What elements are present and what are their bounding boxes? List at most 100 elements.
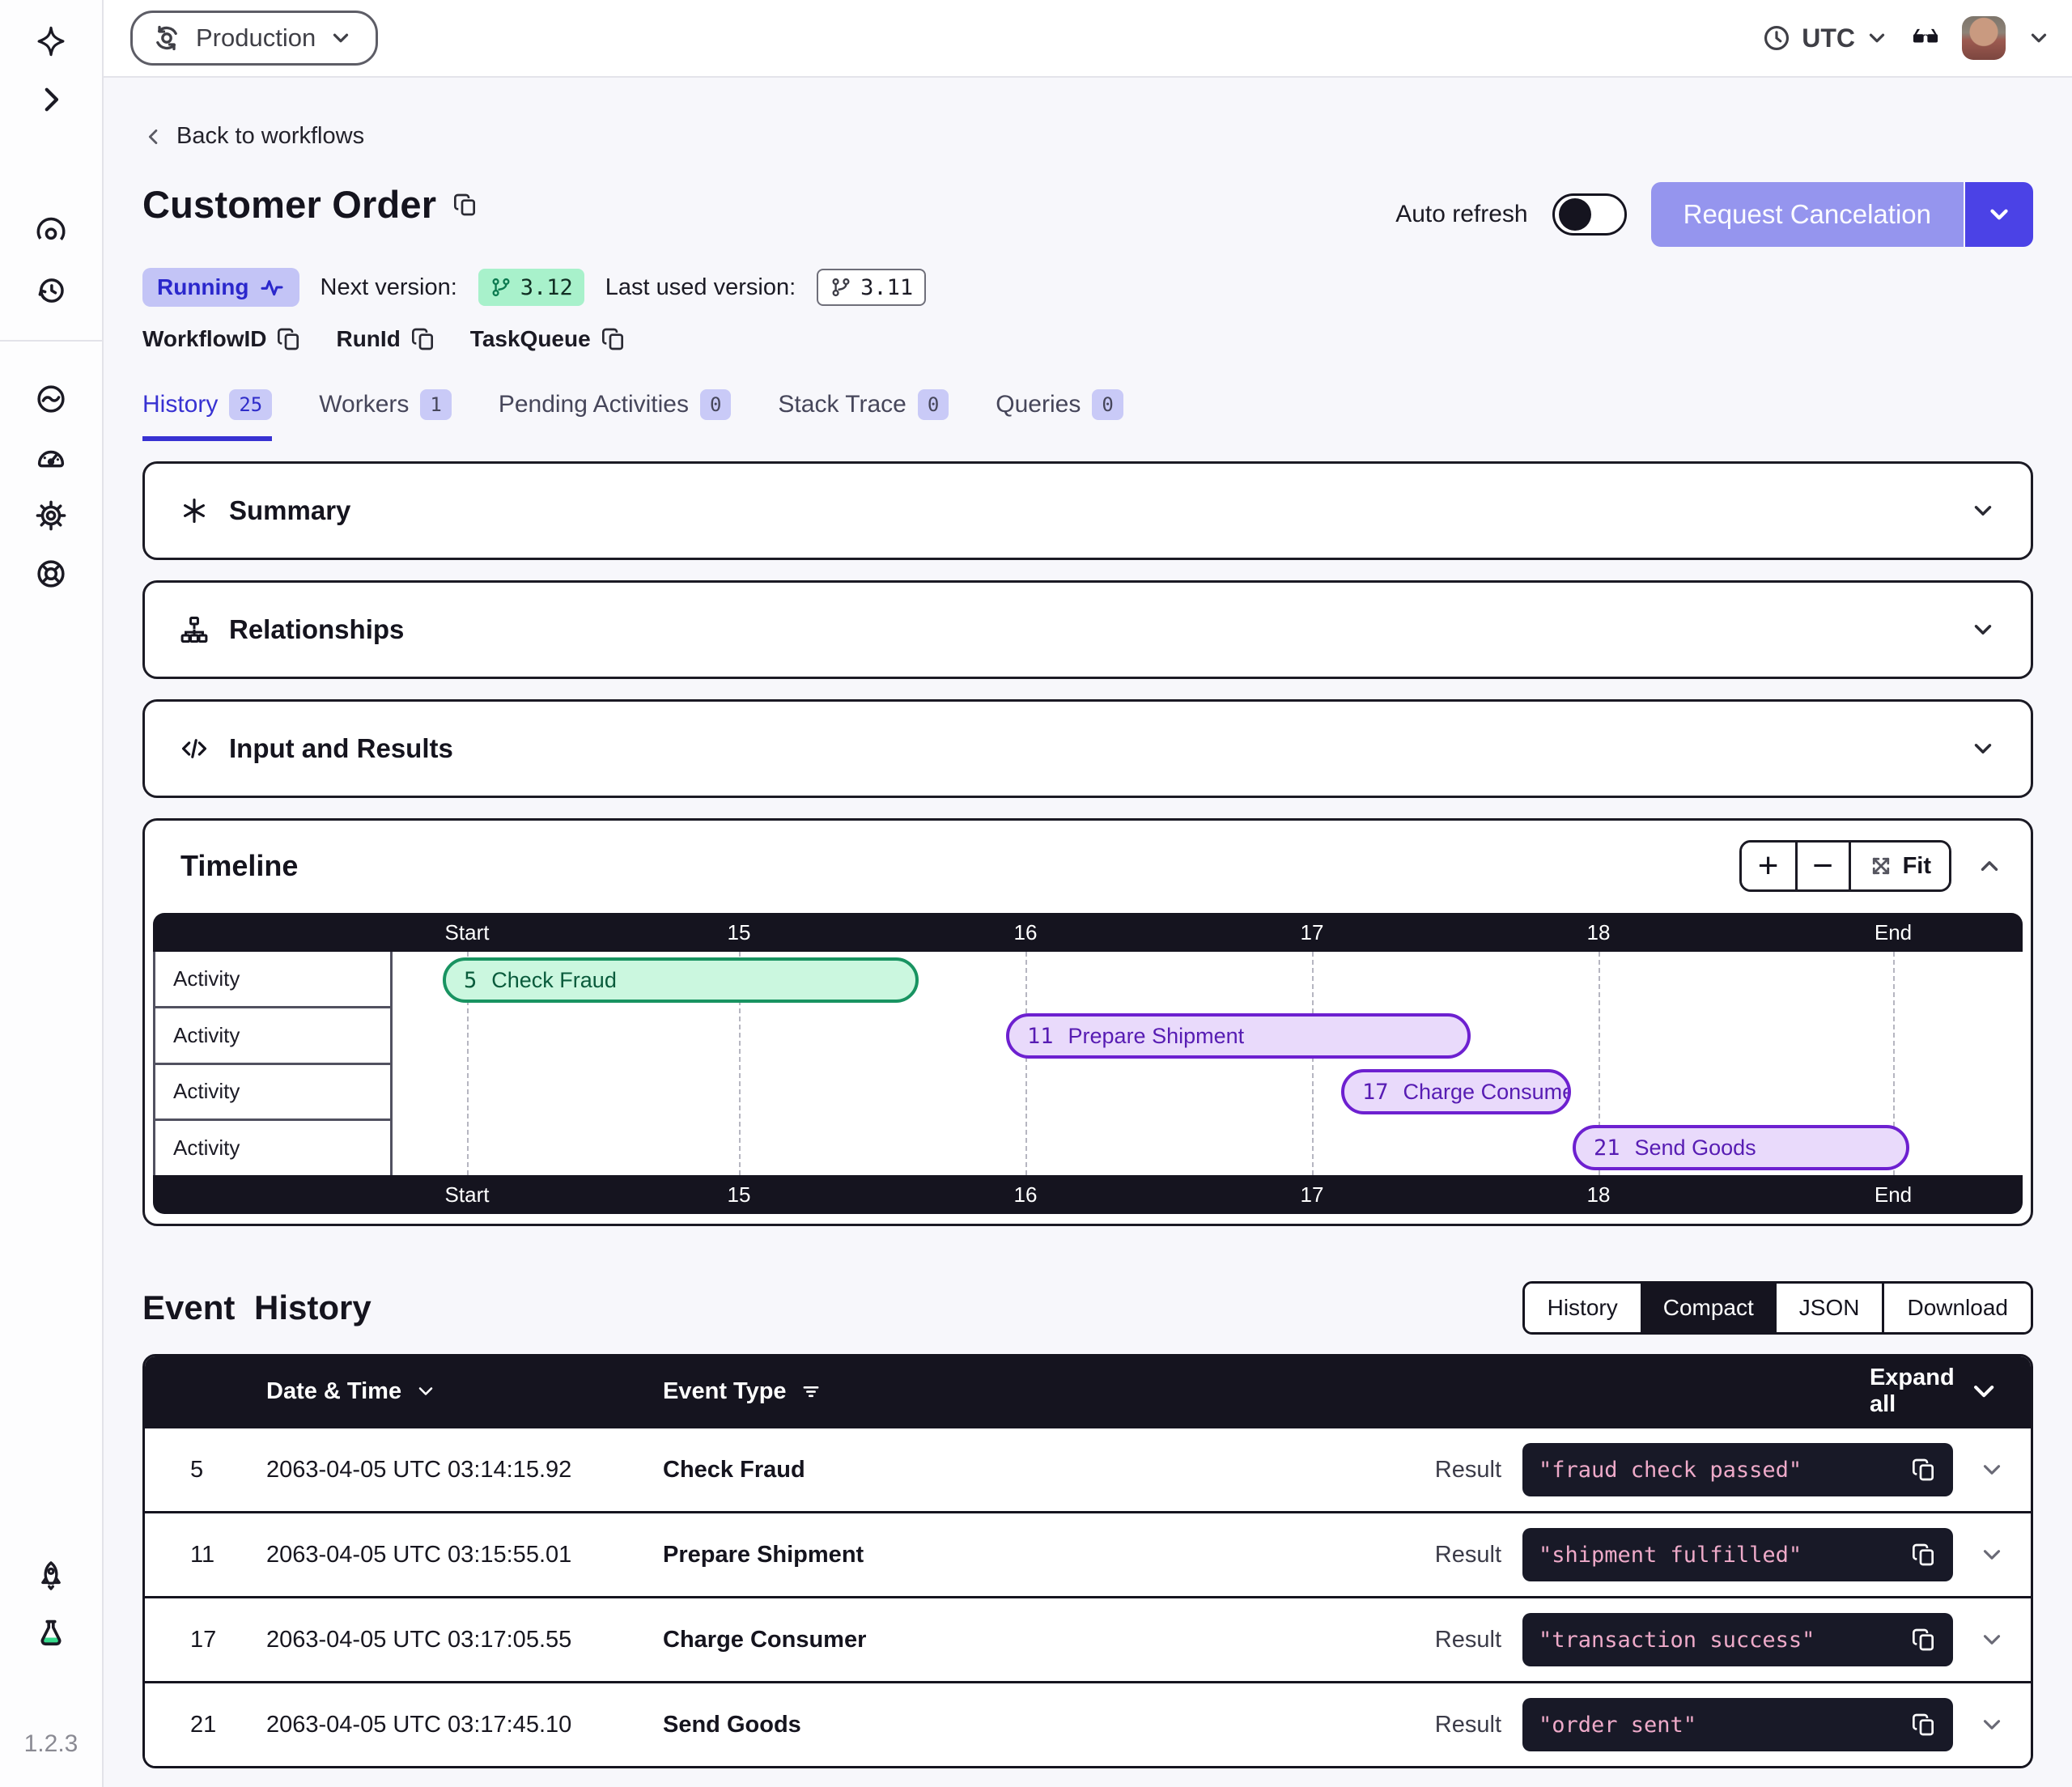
labs-flask-icon[interactable]: [32, 1615, 70, 1653]
event-history-table: Date & Time Event Type Expand all 5 2063…: [142, 1354, 2033, 1768]
copy-icon[interactable]: [452, 192, 478, 218]
event-datetime: 2063-04-05 UTC 03:15:55.01: [266, 1542, 663, 1568]
namespace-icon[interactable]: [32, 380, 70, 418]
input-results-panel[interactable]: Input and Results: [142, 699, 2033, 798]
expand-row-chevron-icon[interactable]: [1978, 1541, 2006, 1568]
last-version-value: 3.11: [860, 275, 913, 300]
chevron-left-icon: [142, 125, 165, 148]
tab-stack-trace[interactable]: Stack Trace0: [778, 389, 949, 441]
cancelation-menu-chevron-icon[interactable]: [1964, 182, 2033, 247]
data-converter-glasses-icon[interactable]: [1910, 23, 1941, 53]
expand-row-chevron-icon[interactable]: [1978, 1456, 2006, 1484]
timeline-row-label: Activity: [153, 1063, 393, 1122]
next-version-badge: 3.12: [478, 269, 584, 306]
result-label: Result: [1435, 1627, 1522, 1653]
col-date-time[interactable]: Date & Time: [266, 1378, 663, 1405]
workflows-icon[interactable]: [32, 214, 70, 251]
status-row: Running Next version: 3.12 Last used ver…: [142, 268, 2033, 307]
timeline-zoom-controls: + − Fit: [1739, 840, 1951, 892]
col-event-type[interactable]: Event Type: [663, 1378, 1870, 1405]
event-type: Prepare Shipment: [663, 1542, 1435, 1568]
namespace-selector[interactable]: Production: [130, 11, 378, 66]
tab-queries[interactable]: Queries0: [996, 389, 1123, 441]
bar-label: Check Fraud: [491, 968, 617, 993]
copy-icon: [1911, 1457, 1937, 1483]
zoom-out-button[interactable]: −: [1795, 843, 1849, 889]
chevron-down-icon[interactable]: [1969, 735, 1997, 762]
back-to-workflows-link[interactable]: Back to workflows: [142, 123, 364, 150]
copy-icon[interactable]: [276, 326, 302, 352]
result-pill[interactable]: "fraud check passed": [1522, 1443, 1953, 1496]
result-pill[interactable]: "shipment fulfilled": [1522, 1528, 1953, 1581]
event-datetime: 2063-04-05 UTC 03:17:45.10: [266, 1712, 663, 1738]
fit-button[interactable]: Fit: [1849, 843, 1949, 889]
copy-icon: [1911, 1627, 1937, 1653]
axis-tick: 18: [1587, 913, 1611, 952]
result-pill[interactable]: "transaction success": [1522, 1613, 1953, 1666]
pulse-icon: [259, 274, 285, 300]
task-queue-copy[interactable]: TaskQueue: [470, 326, 626, 352]
timeline-axis-top: Start 15 16 17 18 End: [153, 913, 2023, 952]
tab-count-badge: 25: [229, 389, 272, 420]
expand-all-button[interactable]: Expand all: [1870, 1365, 2031, 1418]
timeline-bar[interactable]: 11Prepare Shipment: [1006, 1013, 1471, 1059]
tab-history[interactable]: History25: [142, 389, 272, 441]
topbar: Production UTC: [104, 0, 2072, 78]
ids-row: WorkflowID RunId TaskQueue: [142, 326, 2033, 352]
chevron-down-icon[interactable]: [1969, 497, 1997, 524]
tab-workers[interactable]: Workers1: [319, 389, 452, 441]
avatar[interactable]: [1962, 16, 2006, 60]
result-label: Result: [1435, 1712, 1522, 1738]
result-pill[interactable]: "order sent": [1522, 1698, 1953, 1751]
timeline-body: Activity Activity Activity Activity 5Che…: [153, 952, 2023, 1175]
expand-row-chevron-icon[interactable]: [1978, 1711, 2006, 1738]
copy-icon[interactable]: [410, 326, 436, 352]
schedules-icon[interactable]: [32, 272, 70, 309]
relationships-panel[interactable]: Relationships: [142, 580, 2033, 679]
collapse-timeline-chevron-icon[interactable]: [1976, 852, 2003, 880]
workflow-id-copy[interactable]: WorkflowID: [142, 326, 302, 352]
sort-chevron-icon: [414, 1380, 437, 1403]
help-lifebuoy-icon[interactable]: [32, 555, 70, 592]
event-type: Check Fraud: [663, 1457, 1435, 1484]
timeline-bar[interactable]: 21Send Goods: [1573, 1125, 1909, 1170]
table-row[interactable]: 11 2063-04-05 UTC 03:15:55.01 Prepare Sh…: [145, 1511, 2031, 1596]
sidebar: 1.2.3: [0, 0, 104, 1787]
request-cancelation-button[interactable]: Request Cancelation: [1651, 182, 2033, 247]
request-cancelation-label[interactable]: Request Cancelation: [1651, 182, 1964, 247]
view-json-button[interactable]: JSON: [1777, 1284, 1883, 1332]
timeline-bar[interactable]: 5Check Fraud: [443, 957, 919, 1003]
view-history-button[interactable]: History: [1525, 1284, 1641, 1332]
col-date-time-label: Date & Time: [266, 1378, 401, 1405]
settings-gear-icon[interactable]: [32, 497, 70, 534]
event-id: 21: [145, 1712, 266, 1738]
gridline: [1025, 952, 1027, 1175]
usage-gauge-icon[interactable]: [32, 439, 70, 476]
nav-sparkle-icon[interactable]: [32, 23, 70, 60]
copy-icon: [1911, 1712, 1937, 1738]
event-history-header: Event History History Compact JSON Downl…: [142, 1281, 2033, 1335]
chevron-down-icon[interactable]: [1969, 616, 1997, 643]
zoom-in-button[interactable]: +: [1742, 843, 1795, 889]
result-label: Result: [1435, 1457, 1522, 1484]
copy-icon[interactable]: [601, 326, 626, 352]
view-compact-button[interactable]: Compact: [1641, 1284, 1777, 1332]
table-row[interactable]: 17 2063-04-05 UTC 03:17:05.55 Charge Con…: [145, 1596, 2031, 1681]
run-id-copy[interactable]: RunId: [336, 326, 435, 352]
table-row[interactable]: 5 2063-04-05 UTC 03:14:15.92 Check Fraud…: [145, 1426, 2031, 1511]
timeline-axis-plot: Start 15 16 17 18 End: [393, 913, 2011, 952]
view-download-button[interactable]: Download: [1882, 1284, 2031, 1332]
summary-panel[interactable]: Summary: [142, 461, 2033, 560]
whats-new-rocket-icon[interactable]: [32, 1557, 70, 1594]
table-row[interactable]: 21 2063-04-05 UTC 03:17:45.10 Send Goods…: [145, 1681, 2031, 1766]
timezone-selector[interactable]: UTC: [1761, 23, 1889, 53]
status-badge: Running: [142, 268, 299, 307]
page-title: Customer Order: [142, 182, 478, 227]
timeline-bar[interactable]: 17Charge Consumer: [1341, 1069, 1571, 1114]
sidebar-expand-icon[interactable]: [32, 81, 70, 118]
axis-tick: Start: [445, 913, 490, 952]
auto-refresh-toggle[interactable]: [1552, 193, 1627, 236]
expand-row-chevron-icon[interactable]: [1978, 1626, 2006, 1653]
tab-pending-activities[interactable]: Pending Activities0: [499, 389, 732, 441]
account-menu-chevron-icon[interactable]: [2027, 26, 2051, 50]
